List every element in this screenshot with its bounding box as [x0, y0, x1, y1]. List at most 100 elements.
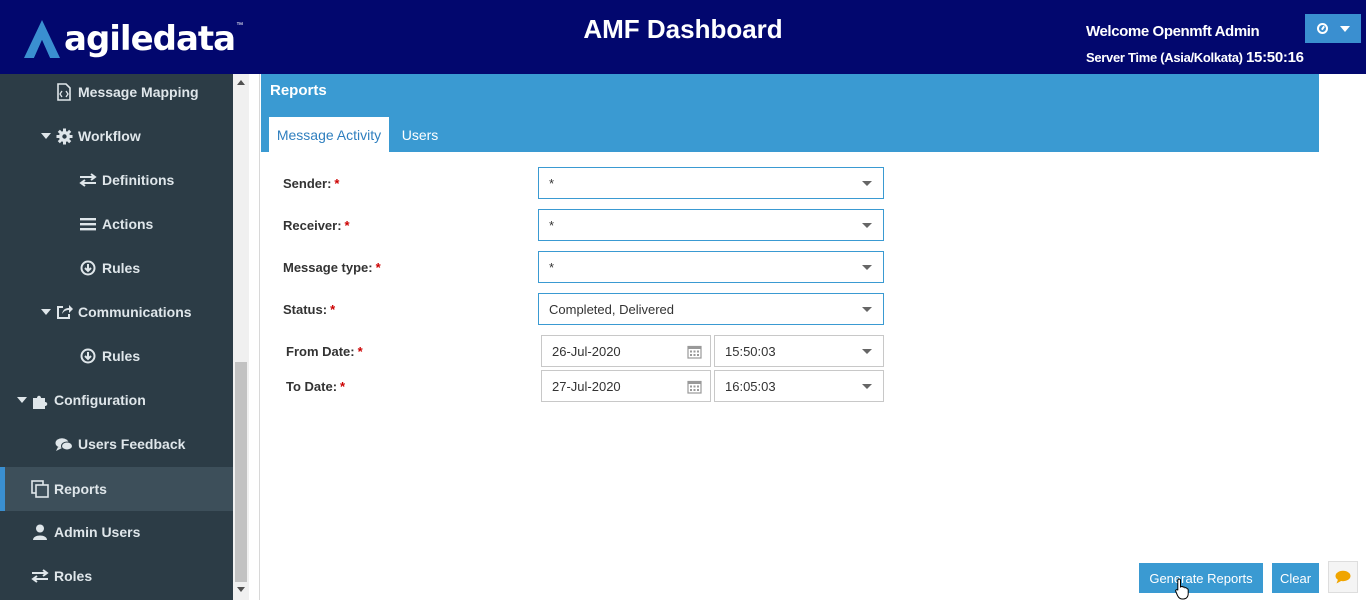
required-mark: * [375, 260, 381, 275]
chevron-down-icon [862, 349, 872, 354]
sender-select[interactable]: * [538, 167, 884, 199]
required-mark: * [357, 344, 363, 359]
caret-down-icon [1339, 25, 1350, 32]
sidebar-item-label: Workflow [78, 128, 141, 144]
sidebar-item-label: Users Feedback [78, 436, 186, 452]
sidebar-item-configuration[interactable]: Configuration [0, 378, 233, 422]
to-time-select[interactable]: 16:05:03 [714, 370, 884, 402]
caret-down-icon [41, 309, 51, 315]
sender-value: * [549, 175, 555, 191]
sidebar-item-roles[interactable]: Roles [0, 554, 233, 598]
hand-pointer-icon [1175, 578, 1189, 600]
sidebar-item-actions[interactable]: Actions [0, 202, 233, 246]
logo-trademark: ™ [236, 21, 244, 29]
chevron-down-icon [862, 223, 872, 228]
user-icon [31, 523, 49, 541]
server-time-label: Server Time (Asia/Kolkata) [1086, 50, 1243, 65]
reports-panel-header: Reports Message Activity Users [261, 74, 1319, 152]
share-icon [55, 303, 73, 321]
tab-message-activity[interactable]: Message Activity [269, 117, 389, 152]
sidebar-item-label: Rules [102, 348, 141, 364]
from-time-select[interactable]: 15:50:03 [714, 335, 884, 367]
to-date-label: To Date: * [286, 379, 346, 394]
sidebar-item-workflow[interactable]: Workflow [0, 114, 233, 158]
sidebar-item-label: Communications [78, 304, 192, 320]
from-time-value: 15:50:03 [725, 343, 776, 359]
to-time-value: 16:05:03 [725, 378, 776, 394]
user-menu-button[interactable] [1305, 14, 1361, 43]
to-date-input[interactable]: 27-Jul-2020 [541, 370, 711, 402]
clear-button[interactable]: Clear [1272, 563, 1319, 593]
scroll-down-arrow-icon[interactable] [237, 587, 245, 592]
message-type-select[interactable]: * [538, 251, 884, 283]
list-icon [79, 215, 97, 233]
scroll-up-arrow-icon[interactable] [237, 80, 245, 85]
from-date-value: 26-Jul-2020 [552, 343, 621, 359]
required-mark: * [344, 218, 350, 233]
welcome-text: Welcome Openmft Admin [1086, 23, 1260, 40]
receiver-select[interactable]: * [538, 209, 884, 241]
status-label: Status: * [283, 302, 336, 317]
calendar-icon[interactable] [687, 379, 702, 394]
sidebar-item-definitions[interactable]: Definitions [0, 158, 233, 202]
caret-down-icon [41, 133, 51, 139]
logo-mark-icon [24, 20, 60, 58]
panel-title: Reports [270, 82, 327, 99]
main-content: Reports Message Activity Users Sender: * … [259, 74, 1366, 600]
caret-down-icon [17, 397, 27, 403]
sidebar-item-label: Admin Users [54, 524, 141, 540]
copy-icon [31, 480, 49, 498]
sidebar-item-label: Actions [102, 216, 154, 232]
server-time: Server Time (Asia/Kolkata) 15:50:16 [1086, 49, 1304, 66]
exchange-icon [79, 171, 97, 189]
code-file-icon [55, 83, 73, 101]
calendar-icon[interactable] [687, 344, 702, 359]
server-time-clock: 15:50:16 [1246, 49, 1304, 66]
comment-icon [1335, 570, 1351, 584]
status-value: Completed, Delivered [549, 301, 675, 317]
comments-icon [55, 435, 73, 453]
puzzle-icon [31, 391, 49, 409]
sidebar-item-communications-rules[interactable]: Rules [0, 334, 233, 378]
sidebar-item-communications[interactable]: Communications [0, 290, 233, 334]
sidebar-item-reports[interactable]: Reports [0, 467, 233, 511]
required-mark: * [340, 379, 346, 394]
from-date-input[interactable]: 26-Jul-2020 [541, 335, 711, 367]
sidebar-item-label: Reports [54, 481, 107, 497]
sidebar-item-admin-users[interactable]: Admin Users [0, 510, 233, 554]
chevron-down-icon [862, 181, 872, 186]
sender-label: Sender: * [283, 176, 340, 191]
sidebar-item-label: Definitions [102, 172, 175, 188]
chevron-down-icon [862, 384, 872, 389]
receiver-label: Receiver: * [283, 218, 350, 233]
sidebar-item-label: Configuration [54, 392, 146, 408]
status-select[interactable]: Completed, Delivered [538, 293, 884, 325]
logo-text: agiledata [64, 19, 236, 59]
agiledata-logo[interactable]: agiledata ™ [22, 16, 243, 62]
required-mark: * [330, 302, 336, 317]
message-type-value: * [549, 259, 555, 275]
generate-reports-button[interactable]: Generate Reports [1139, 563, 1263, 593]
message-type-label: Message type: * [283, 260, 381, 275]
feedback-chat-button[interactable] [1328, 561, 1358, 593]
chevron-down-icon [862, 265, 872, 270]
top-header: agiledata ™ AMF Dashboard Welcome Openmf… [0, 0, 1366, 74]
sidebar: Message Mapping Workflow Definitions Act… [0, 74, 233, 600]
sidebar-item-message-mapping[interactable]: Message Mapping [0, 74, 233, 114]
from-date-label: From Date: * [286, 344, 363, 359]
circle-arrow-down-icon [79, 347, 97, 365]
sidebar-item-workflow-rules[interactable]: Rules [0, 246, 233, 290]
chevron-down-icon [862, 307, 872, 312]
tab-users[interactable]: Users [391, 117, 449, 152]
exchange-icon [31, 567, 49, 585]
sidebar-item-users-feedback[interactable]: Users Feedback [0, 422, 233, 466]
receiver-value: * [549, 217, 555, 233]
sidebar-item-label: Rules [102, 260, 141, 276]
sidebar-item-label: Roles [54, 568, 93, 584]
dashboard-icon [1316, 23, 1328, 34]
sidebar-scrollbar[interactable] [233, 74, 249, 600]
required-mark: * [334, 176, 340, 191]
scrollbar-thumb[interactable] [235, 362, 247, 582]
to-date-value: 27-Jul-2020 [552, 378, 621, 394]
sidebar-item-label: Message Mapping [78, 84, 199, 100]
